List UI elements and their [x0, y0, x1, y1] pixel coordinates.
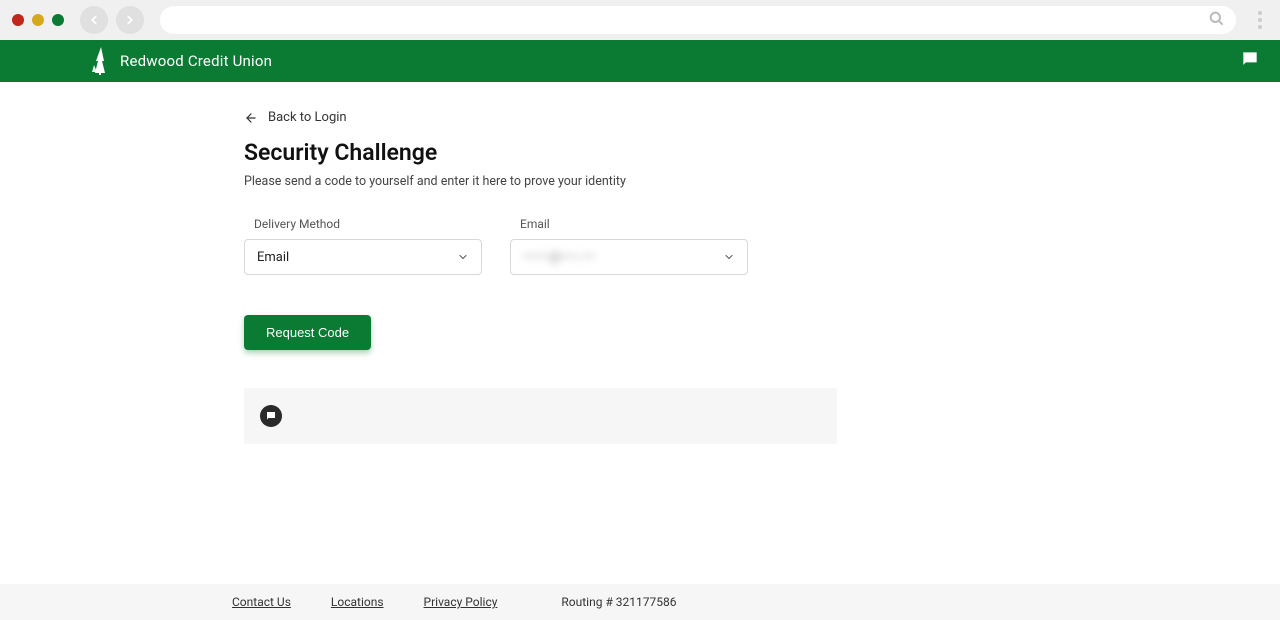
chat-bubble-icon: [1240, 49, 1260, 69]
delivery-method-value: Email: [257, 250, 457, 265]
back-to-login-link[interactable]: Back to Login: [244, 110, 1280, 125]
info-panel: [244, 388, 837, 444]
delivery-method-group: Delivery Method Email: [244, 217, 482, 275]
email-value: ••••••@••••.•••: [523, 250, 723, 265]
brand-name: Redwood Credit Union: [120, 52, 272, 70]
page-title: Security Challenge: [244, 139, 1280, 166]
routing-number: Routing # 321177586: [561, 595, 676, 609]
menu-dot-icon: [1258, 18, 1262, 22]
redwood-tree-icon: [92, 47, 110, 75]
search-icon[interactable]: [1208, 10, 1224, 30]
footer-contact-link[interactable]: Contact Us: [232, 595, 291, 609]
arrow-left-icon: [87, 13, 101, 27]
email-select[interactable]: ••••••@••••.•••: [510, 239, 748, 275]
minimize-window-icon[interactable]: [32, 14, 44, 26]
delivery-method-select[interactable]: Email: [244, 239, 482, 275]
delivery-method-label: Delivery Method: [254, 217, 482, 231]
browser-back-button[interactable]: [80, 6, 108, 34]
app-header: Redwood Credit Union: [0, 40, 1280, 82]
brand-logo[interactable]: Redwood Credit Union: [92, 47, 272, 75]
url-bar[interactable]: [160, 6, 1236, 34]
chat-button[interactable]: [1240, 49, 1260, 73]
arrow-right-icon: [123, 13, 137, 27]
browser-forward-button[interactable]: [116, 6, 144, 34]
request-code-button[interactable]: Request Code: [244, 315, 371, 350]
window-controls: [12, 14, 64, 26]
chevron-down-icon: [457, 248, 469, 267]
arrow-left-icon: [244, 111, 258, 125]
menu-dot-icon: [1258, 11, 1262, 15]
chat-info-icon[interactable]: [260, 405, 282, 427]
main-content: Back to Login Security Challenge Please …: [0, 82, 1280, 584]
footer-locations-link[interactable]: Locations: [331, 595, 384, 609]
email-group: Email ••••••@••••.•••: [510, 217, 748, 275]
page-subtitle: Please send a code to yourself and enter…: [244, 174, 1280, 189]
menu-dot-icon: [1258, 25, 1262, 29]
footer-privacy-link[interactable]: Privacy Policy: [424, 595, 498, 609]
footer: Contact Us Locations Privacy Policy Rout…: [0, 584, 1280, 620]
close-window-icon[interactable]: [12, 14, 24, 26]
form-row: Delivery Method Email Email ••••••@••••.…: [244, 217, 1280, 275]
back-link-text: Back to Login: [268, 110, 347, 125]
email-label: Email: [520, 217, 748, 231]
chevron-down-icon: [723, 248, 735, 267]
browser-chrome: [0, 0, 1280, 40]
maximize-window-icon[interactable]: [52, 14, 64, 26]
browser-menu-button[interactable]: [1252, 11, 1268, 29]
